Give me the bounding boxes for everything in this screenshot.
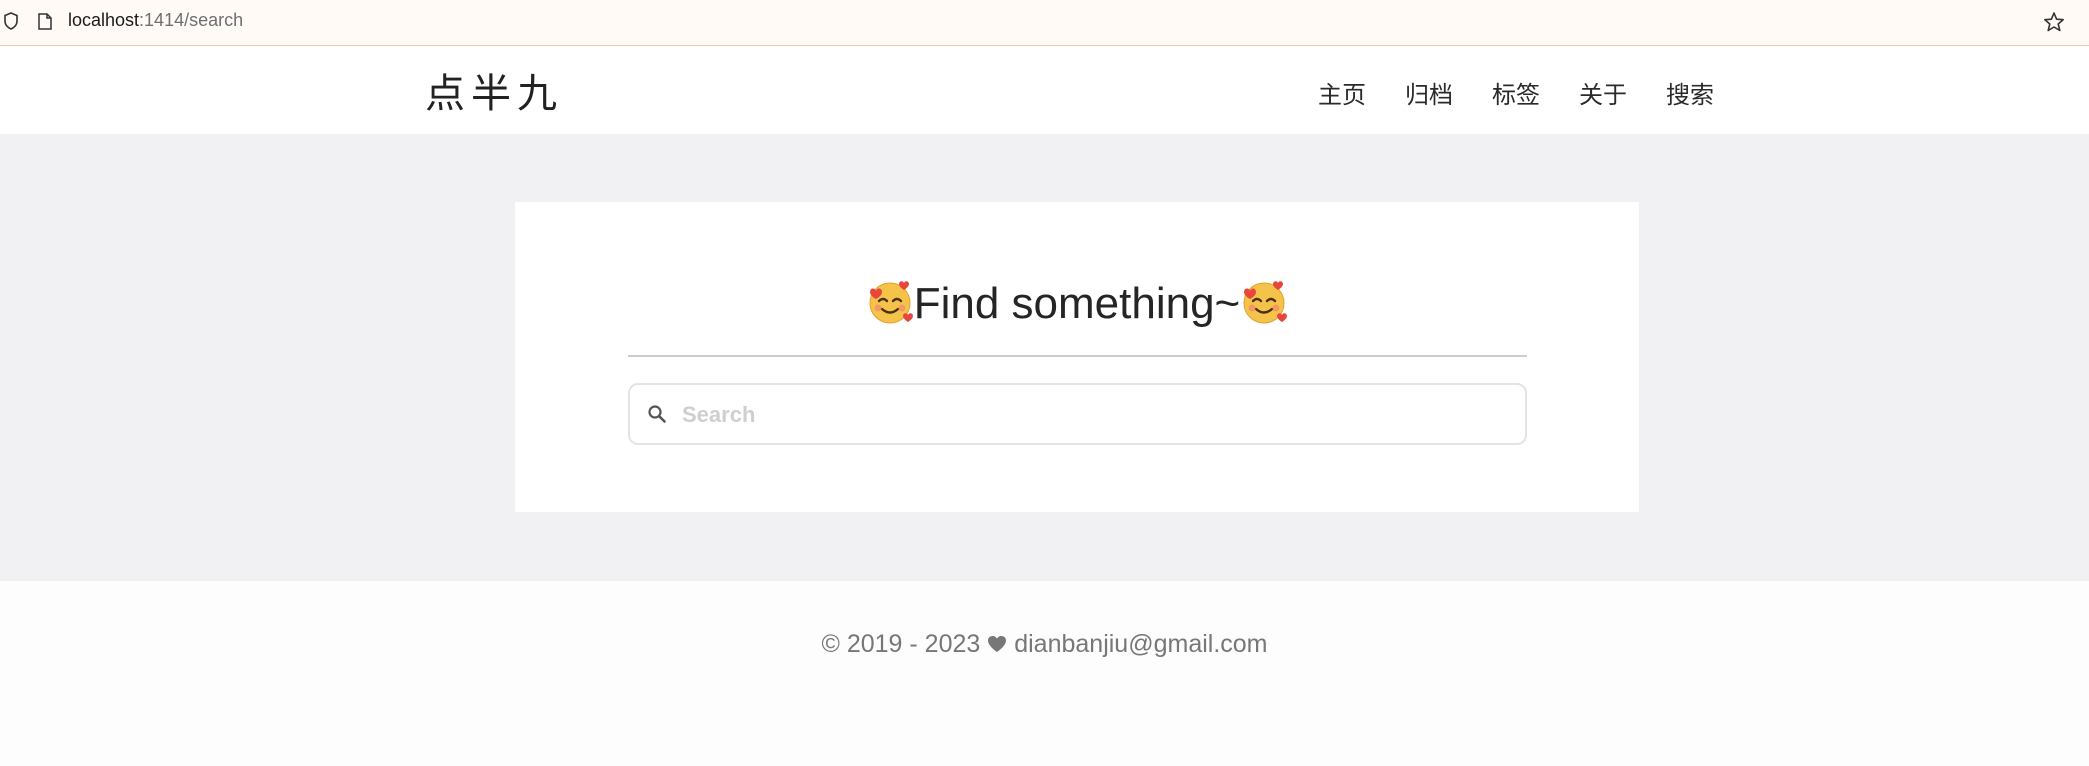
browser-url-bar[interactable]: localhost:1414/search: [0, 0, 2089, 46]
url-host: localhost: [68, 10, 140, 30]
search-card: Find something~: [515, 202, 1639, 512]
url-path: :1414/search: [139, 10, 244, 30]
page-title-text: Find something~: [913, 279, 1241, 328]
shield-icon[interactable]: [4, 12, 18, 30]
smiling-face-with-hearts-icon: [1243, 281, 1288, 324]
page-title: Find something~: [515, 278, 1639, 329]
heart-icon: [988, 636, 1007, 652]
nav-item-home[interactable]: 主页: [1318, 75, 1405, 110]
site-logo[interactable]: 点半九: [425, 61, 563, 119]
nav-item-search[interactable]: 搜索: [1666, 75, 1753, 110]
title-divider: [628, 355, 1527, 357]
footer-email[interactable]: dianbanjiu@gmail.com: [1014, 630, 1267, 658]
nav-item-about[interactable]: 关于: [1579, 75, 1666, 110]
page-icon: [38, 13, 52, 30]
smiling-face-with-hearts-icon: [869, 281, 913, 324]
site-header: 点半九 主页 归档 标签 关于 搜索: [0, 47, 2089, 134]
main-nav: 主页 归档 标签 关于 搜索: [1318, 75, 1753, 110]
url-text[interactable]: localhost:1414/search: [68, 10, 243, 31]
nav-item-tags[interactable]: 标签: [1492, 75, 1579, 110]
main-area: Find something~: [0, 134, 2089, 581]
bookmark-star-icon[interactable]: [2043, 11, 2065, 33]
copyright-text: © 2019 - 2023: [821, 630, 981, 658]
search-input[interactable]: [680, 385, 1514, 445]
search-icon: [648, 405, 666, 423]
nav-item-archive[interactable]: 归档: [1405, 75, 1492, 110]
search-box[interactable]: [628, 383, 1527, 445]
footer: © 2019 - 2023 dianbanjiu@gmail.com: [0, 630, 2089, 659]
